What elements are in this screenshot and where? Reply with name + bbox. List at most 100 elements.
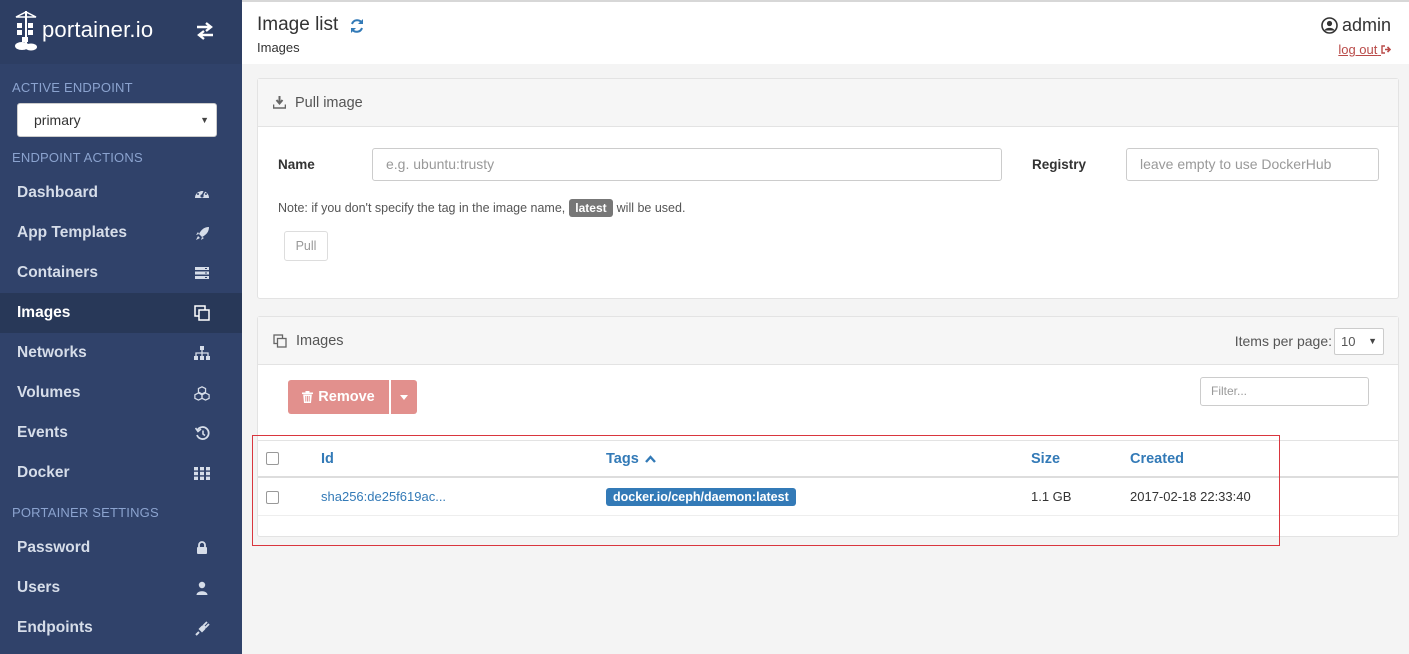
lock-icon	[194, 540, 210, 556]
username: admin	[1341, 15, 1391, 35]
image-id-cell: sha256:de25f619ac...	[321, 477, 606, 515]
filter-placeholder: Filter...	[1211, 384, 1248, 398]
registry-placeholder: leave empty to use DockerHub	[1140, 156, 1332, 172]
images-header: Images Items per page: 10 ▼	[258, 317, 1398, 365]
registry-label: Registry	[1032, 157, 1087, 172]
sidebar-item-label: Containers	[17, 264, 98, 281]
sort-by-created[interactable]: Created	[1130, 451, 1184, 467]
image-name-placeholder: e.g. ubuntu:trusty	[386, 156, 495, 172]
image-id-link[interactable]: sha256:de25f619ac...	[321, 489, 446, 504]
endpoint-actions-title: ENDPOINT ACTIONS	[12, 150, 143, 165]
name-label: Name	[278, 157, 315, 172]
sidebar-item-networks[interactable]: Networks	[0, 333, 242, 373]
active-endpoint-title: ACTIVE ENDPOINT	[12, 80, 133, 95]
row-select-cell	[258, 477, 321, 515]
chevron-up-icon	[644, 454, 656, 463]
sidebar-item-label: Password	[17, 539, 91, 556]
note-text-before: Note: if you don't specify the tag in th…	[278, 201, 566, 215]
refresh-icon[interactable]	[349, 18, 365, 34]
image-created-cell: 2017-02-18 22:33:40	[1130, 489, 1251, 504]
breadcrumb: Images	[257, 40, 300, 55]
sort-by-id[interactable]: Id	[321, 451, 334, 467]
page-title: Image list	[257, 14, 339, 35]
rocket-icon	[194, 225, 210, 241]
sort-by-size[interactable]: Size	[1031, 451, 1060, 467]
sidebar-item-label: Docker	[17, 464, 70, 481]
sort-by-tags[interactable]: Tags	[606, 451, 656, 467]
portainer-logo-icon	[15, 11, 37, 51]
sidebar-item-dashboard[interactable]: Dashboard	[0, 173, 242, 213]
top-bar: Image list Images admin log out	[242, 0, 1409, 64]
clone-icon	[194, 305, 210, 321]
table-footer	[258, 515, 1398, 532]
sidebar-item-label: Endpoints	[17, 619, 93, 636]
logout-link[interactable]: log out	[1338, 42, 1392, 57]
column-size: Size	[1031, 441, 1130, 478]
sidebar: portainer.io ACTIVE ENDPOINT primary ▼ E…	[0, 0, 242, 654]
user-area: admin log out	[1321, 15, 1392, 59]
plug-icon	[194, 620, 210, 636]
tachometer-icon	[194, 185, 210, 201]
portainer-settings-title: PORTAINER SETTINGS	[12, 505, 159, 520]
registry-input[interactable]: leave empty to use DockerHub	[1126, 148, 1379, 181]
sidebar-item-label: Users	[17, 579, 61, 596]
sign-out-icon	[1381, 45, 1392, 54]
row-checkbox[interactable]	[266, 491, 279, 505]
pull-note: Note: if you don't specify the tag in th…	[278, 199, 685, 217]
sidebar-item-events[interactable]: Events	[0, 413, 242, 453]
user-info: admin	[1321, 15, 1391, 36]
sidebar-item-users[interactable]: Users	[0, 568, 242, 608]
items-per-page-value: 10	[1341, 334, 1356, 349]
endpoint-select[interactable]: primary ▼	[17, 103, 217, 137]
sidebar-item-password[interactable]: Password	[0, 528, 242, 568]
images-table: Id Tags Size Created sha256:de25f619ac..…	[258, 441, 1398, 515]
download-icon	[273, 96, 286, 109]
image-name-input[interactable]: e.g. ubuntu:trusty	[372, 148, 1002, 181]
th-icon	[194, 465, 210, 481]
logout-label: log out	[1338, 42, 1378, 57]
sidebar-brand: portainer.io	[0, 0, 242, 64]
brand-name: portainer.io	[42, 17, 154, 42]
pull-image-title: Pull image	[295, 94, 363, 111]
sidebar-item-label: Volumes	[17, 384, 81, 401]
items-per-page-select[interactable]: 10 ▼	[1334, 328, 1384, 355]
items-per-page-label: Items per page:	[1234, 333, 1332, 349]
select-all-cell	[258, 441, 321, 478]
images-title: Images	[296, 332, 344, 349]
pull-button[interactable]: Pull	[284, 231, 328, 261]
pull-image-panel: Pull image Name e.g. ubuntu:trusty Regis…	[257, 78, 1399, 299]
remove-button[interactable]: Remove	[288, 380, 389, 414]
table-row: sha256:de25f619ac... docker.io/ceph/daem…	[258, 477, 1398, 515]
sidebar-item-label: Events	[17, 424, 68, 441]
sidebar-item-endpoints[interactable]: Endpoints	[0, 608, 242, 648]
table-header-row: Id Tags Size Created	[258, 441, 1398, 478]
select-all-checkbox[interactable]	[266, 452, 279, 466]
tags-header-label: Tags	[606, 450, 639, 467]
user-icon	[194, 580, 210, 596]
sidebar-item-containers[interactable]: Containers	[0, 253, 242, 293]
clone-icon	[273, 333, 287, 348]
server-icon	[194, 265, 210, 281]
caret-down-icon: ▼	[200, 115, 209, 125]
column-id: Id	[321, 441, 606, 478]
sidebar-item-label: Networks	[17, 344, 87, 361]
pull-image-header: Pull image	[258, 79, 1398, 127]
exchange-icon[interactable]	[195, 22, 215, 40]
filter-input[interactable]: Filter...	[1200, 377, 1369, 406]
latest-tag-label: latest	[569, 199, 613, 217]
sidebar-item-images[interactable]: Images	[0, 293, 242, 333]
sidebar-item-app-templates[interactable]: App Templates	[0, 213, 242, 253]
portainer-logo[interactable]: portainer.io	[14, 9, 153, 51]
sidebar-item-docker[interactable]: Docker	[0, 453, 242, 493]
trash-icon	[302, 391, 314, 403]
images-panel: Images Items per page: 10 ▼ Remove Filte…	[257, 316, 1399, 537]
remove-dropdown-toggle[interactable]	[391, 380, 417, 414]
remove-button-label: Remove	[318, 389, 375, 405]
sidebar-item-volumes[interactable]: Volumes	[0, 373, 242, 413]
note-text-after: will be used.	[616, 201, 686, 215]
column-created: Created	[1130, 441, 1398, 478]
user-circle-icon	[1321, 17, 1338, 34]
image-tag-label: docker.io/ceph/daemon:latest	[606, 487, 796, 506]
caret-down-icon: ▼	[1368, 336, 1377, 346]
column-tags: Tags	[606, 441, 1031, 478]
